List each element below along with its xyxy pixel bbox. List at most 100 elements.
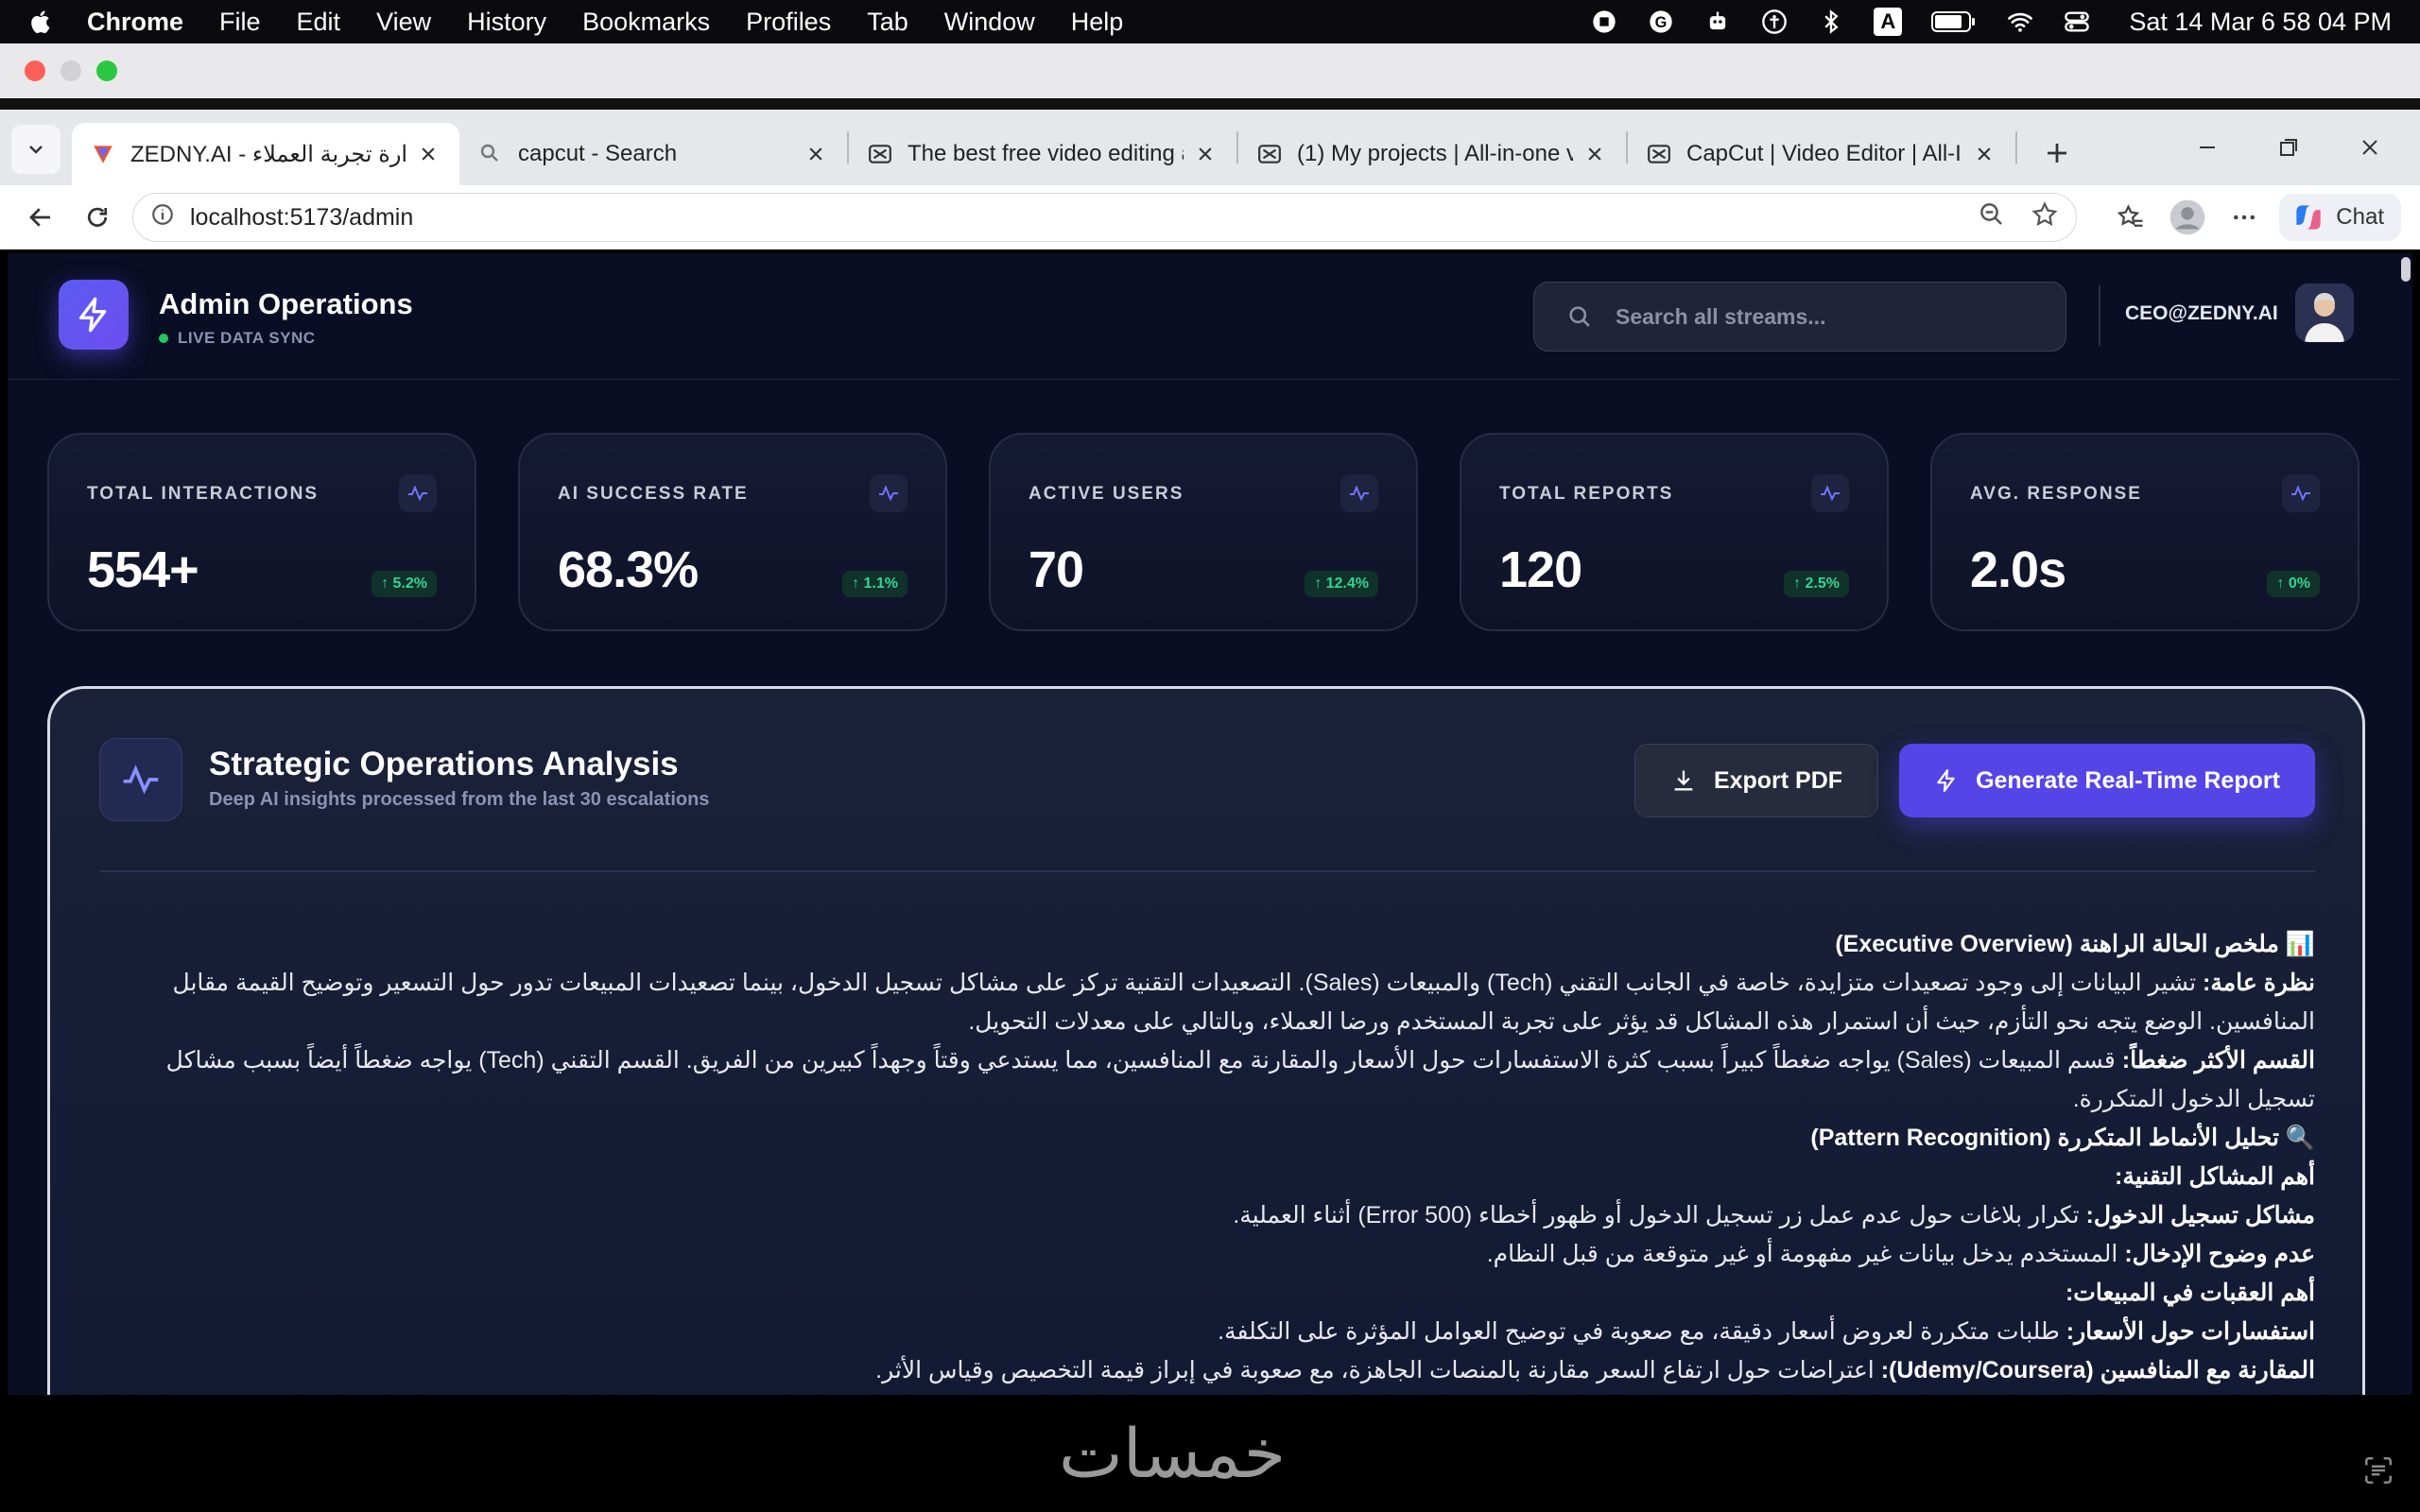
window-titlebar bbox=[0, 43, 2420, 98]
stat-card-active-users: ACTIVE USERS 70 ↑ 12.4% bbox=[989, 433, 1418, 631]
zoom-window-button[interactable] bbox=[96, 60, 117, 81]
close-tab-icon[interactable] bbox=[1193, 142, 1218, 166]
export-pdf-label: Export PDF bbox=[1713, 766, 1843, 794]
tab-capcut-editor[interactable]: CapCut | Video Editor | All-In-O bbox=[1628, 123, 2015, 185]
lightning-icon bbox=[79, 297, 107, 333]
page-scrollbar[interactable] bbox=[2399, 253, 2412, 1395]
info-icon[interactable] bbox=[150, 202, 175, 233]
stream-search-input[interactable]: Search all streams... bbox=[1533, 282, 2066, 352]
favorites-icon[interactable] bbox=[2109, 196, 2152, 239]
tab-title: (1) My projects | All-in-one v bbox=[1297, 141, 1573, 166]
reload-icon bbox=[87, 207, 108, 227]
report-text: المستخدم يدخل بيانات غير مفهومة أو غير م… bbox=[1486, 1241, 2125, 1267]
menu-file[interactable]: File bbox=[219, 8, 261, 37]
bookmark-star-icon[interactable] bbox=[2031, 200, 2059, 235]
report-subheading-tech: أهم المشاكل التقنية: bbox=[2115, 1163, 2315, 1190]
tab-separator bbox=[2015, 131, 2017, 163]
reload-button[interactable] bbox=[76, 196, 119, 239]
report-label: المقارنة مع المنافسين (Udemy/Coursera): bbox=[1880, 1357, 2315, 1383]
tab-title: CapCut | Video Editor | All-In-O bbox=[1686, 141, 1962, 166]
strategic-analysis-panel: Strategic Operations Analysis Deep AI in… bbox=[47, 686, 2365, 1395]
arrow-left-icon bbox=[29, 208, 50, 227]
lightning-icon bbox=[1937, 769, 1955, 792]
tab-capcut-projects[interactable]: (1) My projects | All-in-one v bbox=[1238, 123, 1626, 185]
menu-app-name[interactable]: Chrome bbox=[87, 8, 183, 37]
stat-delta-badge: ↑ 2.5% bbox=[1784, 571, 1849, 597]
stat-delta-badge: ↑ 1.1% bbox=[842, 571, 908, 597]
close-tab-icon[interactable] bbox=[1972, 142, 1996, 166]
apple-menu-icon[interactable] bbox=[28, 9, 55, 35]
close-tab-icon[interactable] bbox=[1582, 142, 1607, 166]
sync-status-label: LIVE DATA SYNC bbox=[178, 329, 316, 347]
tab-search-button[interactable] bbox=[11, 125, 60, 174]
close-icon[interactable] bbox=[2348, 126, 2392, 169]
minimize-window-button[interactable] bbox=[60, 60, 81, 81]
user-email[interactable]: CEO@ZEDNY.AI bbox=[2125, 302, 2278, 325]
menu-edit[interactable]: Edit bbox=[297, 8, 341, 37]
stat-label: AVG. RESPONSE bbox=[1970, 484, 2142, 504]
generate-report-button[interactable]: Generate Real-Time Report bbox=[1899, 744, 2315, 817]
close-tab-icon[interactable] bbox=[416, 142, 441, 166]
more-menu-icon[interactable] bbox=[2222, 196, 2266, 239]
report-text: تكرار بلاغات حول عدم عمل زر تسجيل الدخول… bbox=[1233, 1202, 2086, 1228]
video-overlay-strip: خمسات bbox=[0, 1395, 2420, 1512]
battery-icon[interactable] bbox=[1930, 8, 1978, 36]
report-text: قسم المبيعات (Sales) يواجه ضغطاً كبيراً … bbox=[165, 1047, 2315, 1112]
user-avatar[interactable] bbox=[2295, 284, 2354, 342]
activity-icon bbox=[870, 474, 908, 512]
url-text[interactable]: localhost:5173/admin bbox=[190, 204, 413, 232]
back-button[interactable] bbox=[19, 196, 62, 239]
tab-zedny[interactable]: ZEDNY.AI - ـة إدارة تجربة العملاء bbox=[72, 123, 459, 185]
robot-icon[interactable] bbox=[1703, 8, 1732, 36]
svg-text:G: G bbox=[1655, 14, 1668, 31]
search-placeholder: Search all streams... bbox=[1616, 303, 1826, 329]
macos-menu-bar: Chrome File Edit View History Bookmarks … bbox=[0, 0, 2420, 43]
export-pdf-button[interactable]: Export PDF bbox=[1634, 744, 1878, 817]
new-tab-button[interactable] bbox=[2032, 129, 2082, 178]
wifi-icon[interactable] bbox=[2006, 8, 2034, 36]
menu-view[interactable]: View bbox=[376, 8, 431, 37]
report-text: تشير البيانات إلى وجود تصعيدات متزايدة، … bbox=[172, 970, 2315, 1035]
menubar-clock[interactable]: Sat 14 Mar 6 58 04 PM bbox=[2129, 8, 2392, 37]
menu-profiles[interactable]: Profiles bbox=[746, 8, 831, 37]
restore-icon[interactable] bbox=[2267, 126, 2310, 169]
analysis-report: 📊 ملخص الحالة الراهنة (Executive Overvie… bbox=[107, 925, 2315, 1390]
minimize-icon[interactable] bbox=[2186, 126, 2229, 169]
app-title: Admin Operations bbox=[159, 287, 413, 320]
copilot-chat-button[interactable]: Chat bbox=[2279, 194, 2401, 241]
tab-capcut-free[interactable]: The best free video editing app bbox=[849, 123, 1236, 185]
report-label: عدم وضوح الإدخال: bbox=[2124, 1241, 2315, 1267]
menu-tab[interactable]: Tab bbox=[867, 8, 908, 37]
stat-value: 2.0s bbox=[1970, 541, 2066, 598]
record-icon[interactable] bbox=[1590, 8, 1618, 36]
menu-history[interactable]: History bbox=[467, 8, 546, 37]
scrollbar-thumb[interactable] bbox=[2401, 257, 2411, 282]
app-logo[interactable] bbox=[59, 280, 129, 350]
generate-report-label: Generate Real-Time Report bbox=[1976, 766, 2280, 794]
report-paragraph: عدم وضوح الإدخال: المستخدم يدخل بيانات غ… bbox=[107, 1235, 2315, 1274]
sync-status: LIVE DATA SYNC bbox=[159, 329, 316, 348]
control-center-icon[interactable] bbox=[2063, 8, 2091, 36]
stat-value: 554+ bbox=[87, 541, 199, 598]
menu-window[interactable]: Window bbox=[944, 8, 1035, 37]
capcut-icon bbox=[1647, 142, 1671, 166]
input-source-icon[interactable]: A bbox=[1874, 8, 1903, 36]
live-text-icon[interactable] bbox=[2360, 1452, 2397, 1489]
stat-card-ai-success-rate: AI SUCCESS RATE 68.3% ↑ 1.1% bbox=[518, 433, 947, 631]
search-icon bbox=[1569, 306, 1590, 327]
tab-capcut-search[interactable]: capcut - Search bbox=[459, 123, 847, 185]
menu-help[interactable]: Help bbox=[1071, 8, 1124, 37]
close-tab-icon[interactable] bbox=[804, 142, 828, 166]
copilot-icon bbox=[2296, 205, 2321, 230]
profile-avatar-icon[interactable] bbox=[2166, 196, 2209, 239]
bluetooth-icon[interactable] bbox=[1817, 8, 1845, 36]
address-bar[interactable]: localhost:5173/admin bbox=[132, 193, 2078, 242]
close-window-button[interactable] bbox=[25, 60, 45, 81]
header-divider bbox=[2099, 285, 2100, 346]
grammarly-icon[interactable]: G bbox=[1647, 8, 1675, 36]
zoom-out-icon[interactable] bbox=[1978, 200, 2006, 235]
search-icon bbox=[478, 142, 503, 166]
stat-card-total-interactions: TOTAL INTERACTIONS 554+ ↑ 5.2% bbox=[47, 433, 476, 631]
menu-bookmarks[interactable]: Bookmarks bbox=[582, 8, 710, 37]
accessibility-icon[interactable] bbox=[1760, 8, 1789, 36]
